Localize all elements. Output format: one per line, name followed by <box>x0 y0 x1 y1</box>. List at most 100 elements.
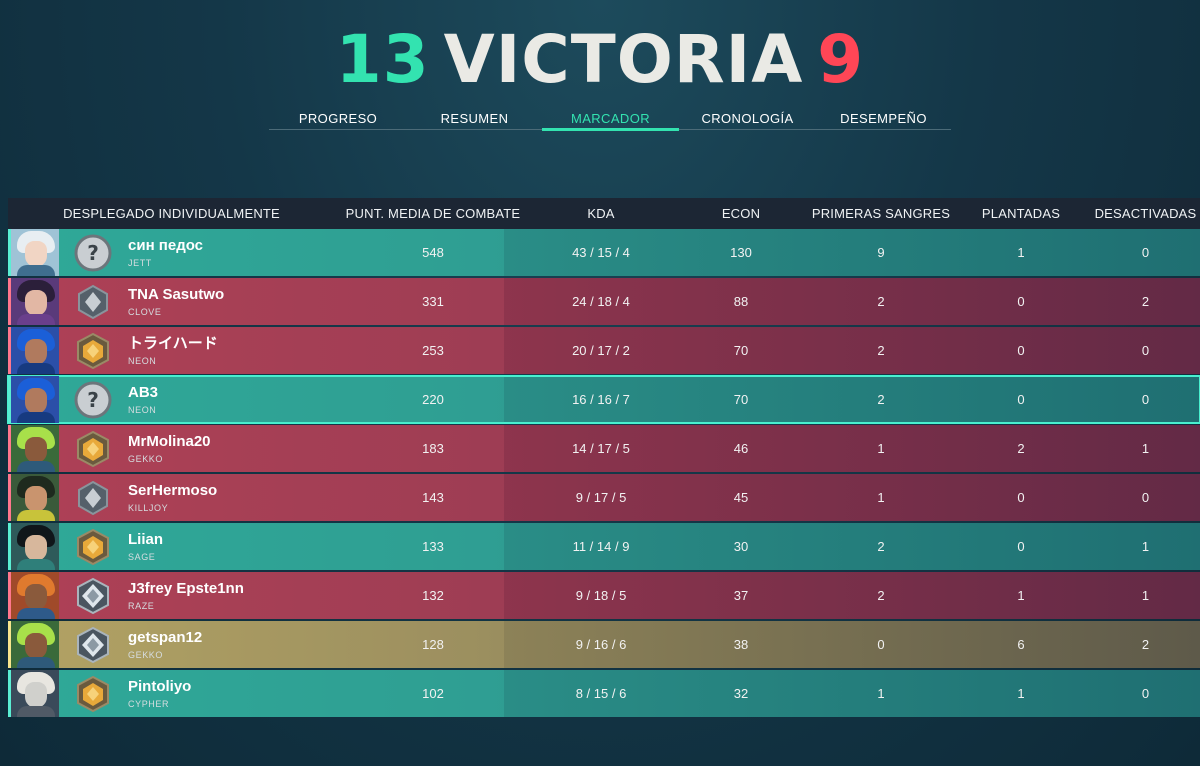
table-row[interactable]: ? AB3 NEON 220 16 / 16 / 7 70 2 0 0 <box>7 375 1200 424</box>
plants-value: 0 <box>1017 490 1025 505</box>
player-cell: SerHermoso KILLJOY <box>8 474 335 521</box>
player-name[interactable]: Liian <box>128 531 163 549</box>
table-row[interactable]: getspan12 GEKKO 128 9 / 16 / 6 38 0 6 2 <box>8 621 1200 668</box>
column-header-econ[interactable]: ECON <box>671 206 811 221</box>
team-score: 13 <box>335 21 430 98</box>
defuses-value: 0 <box>1141 392 1150 407</box>
column-header-kda[interactable]: KDA <box>531 206 671 221</box>
agent-portrait <box>11 621 59 668</box>
agent-portrait <box>11 229 59 276</box>
econ-value: 32 <box>733 686 749 701</box>
player-cell: J3frey Epste1nn RAZE <box>8 572 335 619</box>
player-cell: TNA Sasutwo CLOVE <box>8 278 335 325</box>
table-row[interactable]: MrMolina20 GEKKO 183 14 / 17 / 5 46 1 2 1 <box>8 425 1200 472</box>
defuses-value: 2 <box>1141 637 1150 652</box>
column-header-plants[interactable]: PLANTADAS <box>951 206 1091 221</box>
first-bloods-value: 0 <box>877 637 885 652</box>
kda-value: 11 / 14 / 9 <box>572 539 630 554</box>
player-name[interactable]: getspan12 <box>128 629 202 647</box>
acs-value: 253 <box>422 343 444 358</box>
tab-marcador[interactable]: MARCADOR <box>542 108 679 131</box>
acs-value: 102 <box>422 686 444 701</box>
player-name[interactable]: MrMolina20 <box>128 433 211 451</box>
defuses-value: 1 <box>1141 588 1150 603</box>
agent-portrait <box>11 376 59 423</box>
acs-value: 183 <box>422 441 444 456</box>
agent-name: SAGE <box>128 551 156 562</box>
defuses-value: 1 <box>1141 441 1150 456</box>
rank-icon <box>73 331 113 371</box>
column-header-player[interactable]: DESPLEGADO INDIVIDUALMENTE <box>8 206 335 221</box>
table-row[interactable]: ? син педос JETT 548 43 / 15 / 4 130 9 1 0 <box>8 229 1200 276</box>
econ-value: 70 <box>733 392 749 407</box>
agent-name: NEON <box>128 404 157 415</box>
plants-value: 6 <box>1017 637 1025 652</box>
first-bloods-value: 2 <box>877 392 885 407</box>
acs-value: 331 <box>422 294 444 309</box>
tab-desempeno[interactable]: DESEMPEÑO <box>816 108 951 129</box>
econ-value: 37 <box>733 588 749 603</box>
player-name[interactable]: Pintoliyo <box>128 678 191 696</box>
plants-value: 1 <box>1017 686 1025 701</box>
agent-name: GEKKO <box>128 453 164 464</box>
plants-value: 2 <box>1017 441 1025 456</box>
kda-value: 43 / 15 / 4 <box>572 245 630 260</box>
first-bloods-value: 2 <box>877 343 885 358</box>
first-bloods-value: 1 <box>877 490 885 505</box>
defuses-value: 0 <box>1141 686 1150 701</box>
table-row[interactable]: Liian SAGE 133 11 / 14 / 9 30 2 0 1 <box>8 523 1200 570</box>
acs-value: 128 <box>422 637 444 652</box>
player-name[interactable]: J3frey Epste1nn <box>128 580 244 598</box>
plants-value: 0 <box>1017 539 1025 554</box>
column-header-acs[interactable]: PUNT. MEDIA DE COMBATE <box>335 206 531 221</box>
rank-icon <box>73 674 113 714</box>
plants-value: 0 <box>1017 392 1025 407</box>
econ-value: 46 <box>733 441 749 456</box>
defuses-value: 2 <box>1141 294 1150 309</box>
scoreboard-header: DESPLEGADO INDIVIDUALMENTE PUNT. MEDIA D… <box>8 198 1200 229</box>
defuses-value: 0 <box>1141 343 1150 358</box>
tab-cronologia[interactable]: CRONOLOGÍA <box>679 108 816 129</box>
scoreboard-rows: ? син педос JETT 548 43 / 15 / 4 130 9 1 0 TNA Sa… <box>7 229 1200 717</box>
kda-value: 9 / 16 / 6 <box>575 637 627 652</box>
agent-portrait <box>11 425 59 472</box>
tab-progreso[interactable]: PROGRESO <box>269 108 407 129</box>
tab-resumen[interactable]: RESUMEN <box>407 108 542 129</box>
player-cell: ? син педос JETT <box>8 229 335 276</box>
column-header-first-bloods[interactable]: PRIMERAS SANGRES <box>811 206 951 221</box>
agent-name: CLOVE <box>128 306 162 317</box>
plants-value: 1 <box>1017 588 1025 603</box>
first-bloods-value: 2 <box>877 588 885 603</box>
agent-portrait <box>11 327 59 374</box>
table-row[interactable]: TNA Sasutwo CLOVE 331 24 / 18 / 4 88 2 0 2 <box>8 278 1200 325</box>
agent-portrait <box>11 474 59 521</box>
rank-icon <box>73 576 113 616</box>
econ-value: 45 <box>733 490 749 505</box>
player-name[interactable]: SerHermoso <box>128 482 217 500</box>
rank-icon <box>73 625 113 665</box>
rank-icon: ? <box>73 380 113 420</box>
table-row[interactable]: Pintoliyo CYPHER 102 8 / 15 / 6 32 1 1 0 <box>8 670 1200 717</box>
agent-portrait <box>11 670 59 717</box>
rank-icon <box>73 527 113 567</box>
econ-value: 88 <box>733 294 749 309</box>
match-result-header: 13 VICTORIA 9 <box>0 20 1200 100</box>
plants-value: 1 <box>1017 245 1025 260</box>
player-name[interactable]: син педос <box>128 237 203 255</box>
acs-value: 548 <box>422 245 444 260</box>
kda-value: 16 / 16 / 7 <box>572 392 630 407</box>
agent-portrait <box>11 523 59 570</box>
player-name[interactable]: トライハード <box>128 335 218 353</box>
player-name[interactable]: TNA Sasutwo <box>128 286 224 304</box>
player-cell: MrMolina20 GEKKO <box>8 425 335 472</box>
player-name[interactable]: AB3 <box>128 384 158 402</box>
agent-name: RAZE <box>128 600 155 611</box>
table-row[interactable]: J3frey Epste1nn RAZE 132 9 / 18 / 5 37 2 1 1 <box>8 572 1200 619</box>
first-bloods-value: 1 <box>877 441 885 456</box>
table-row[interactable]: トライハード NEON 253 20 / 17 / 2 70 2 0 0 <box>8 327 1200 374</box>
column-header-defuses[interactable]: DESACTIVADAS <box>1091 206 1200 221</box>
table-row[interactable]: SerHermoso KILLJOY 143 9 / 17 / 5 45 1 0 0 <box>8 474 1200 521</box>
defuses-value: 1 <box>1141 539 1150 554</box>
kda-value: 9 / 18 / 5 <box>575 588 627 603</box>
acs-value: 133 <box>422 539 444 554</box>
